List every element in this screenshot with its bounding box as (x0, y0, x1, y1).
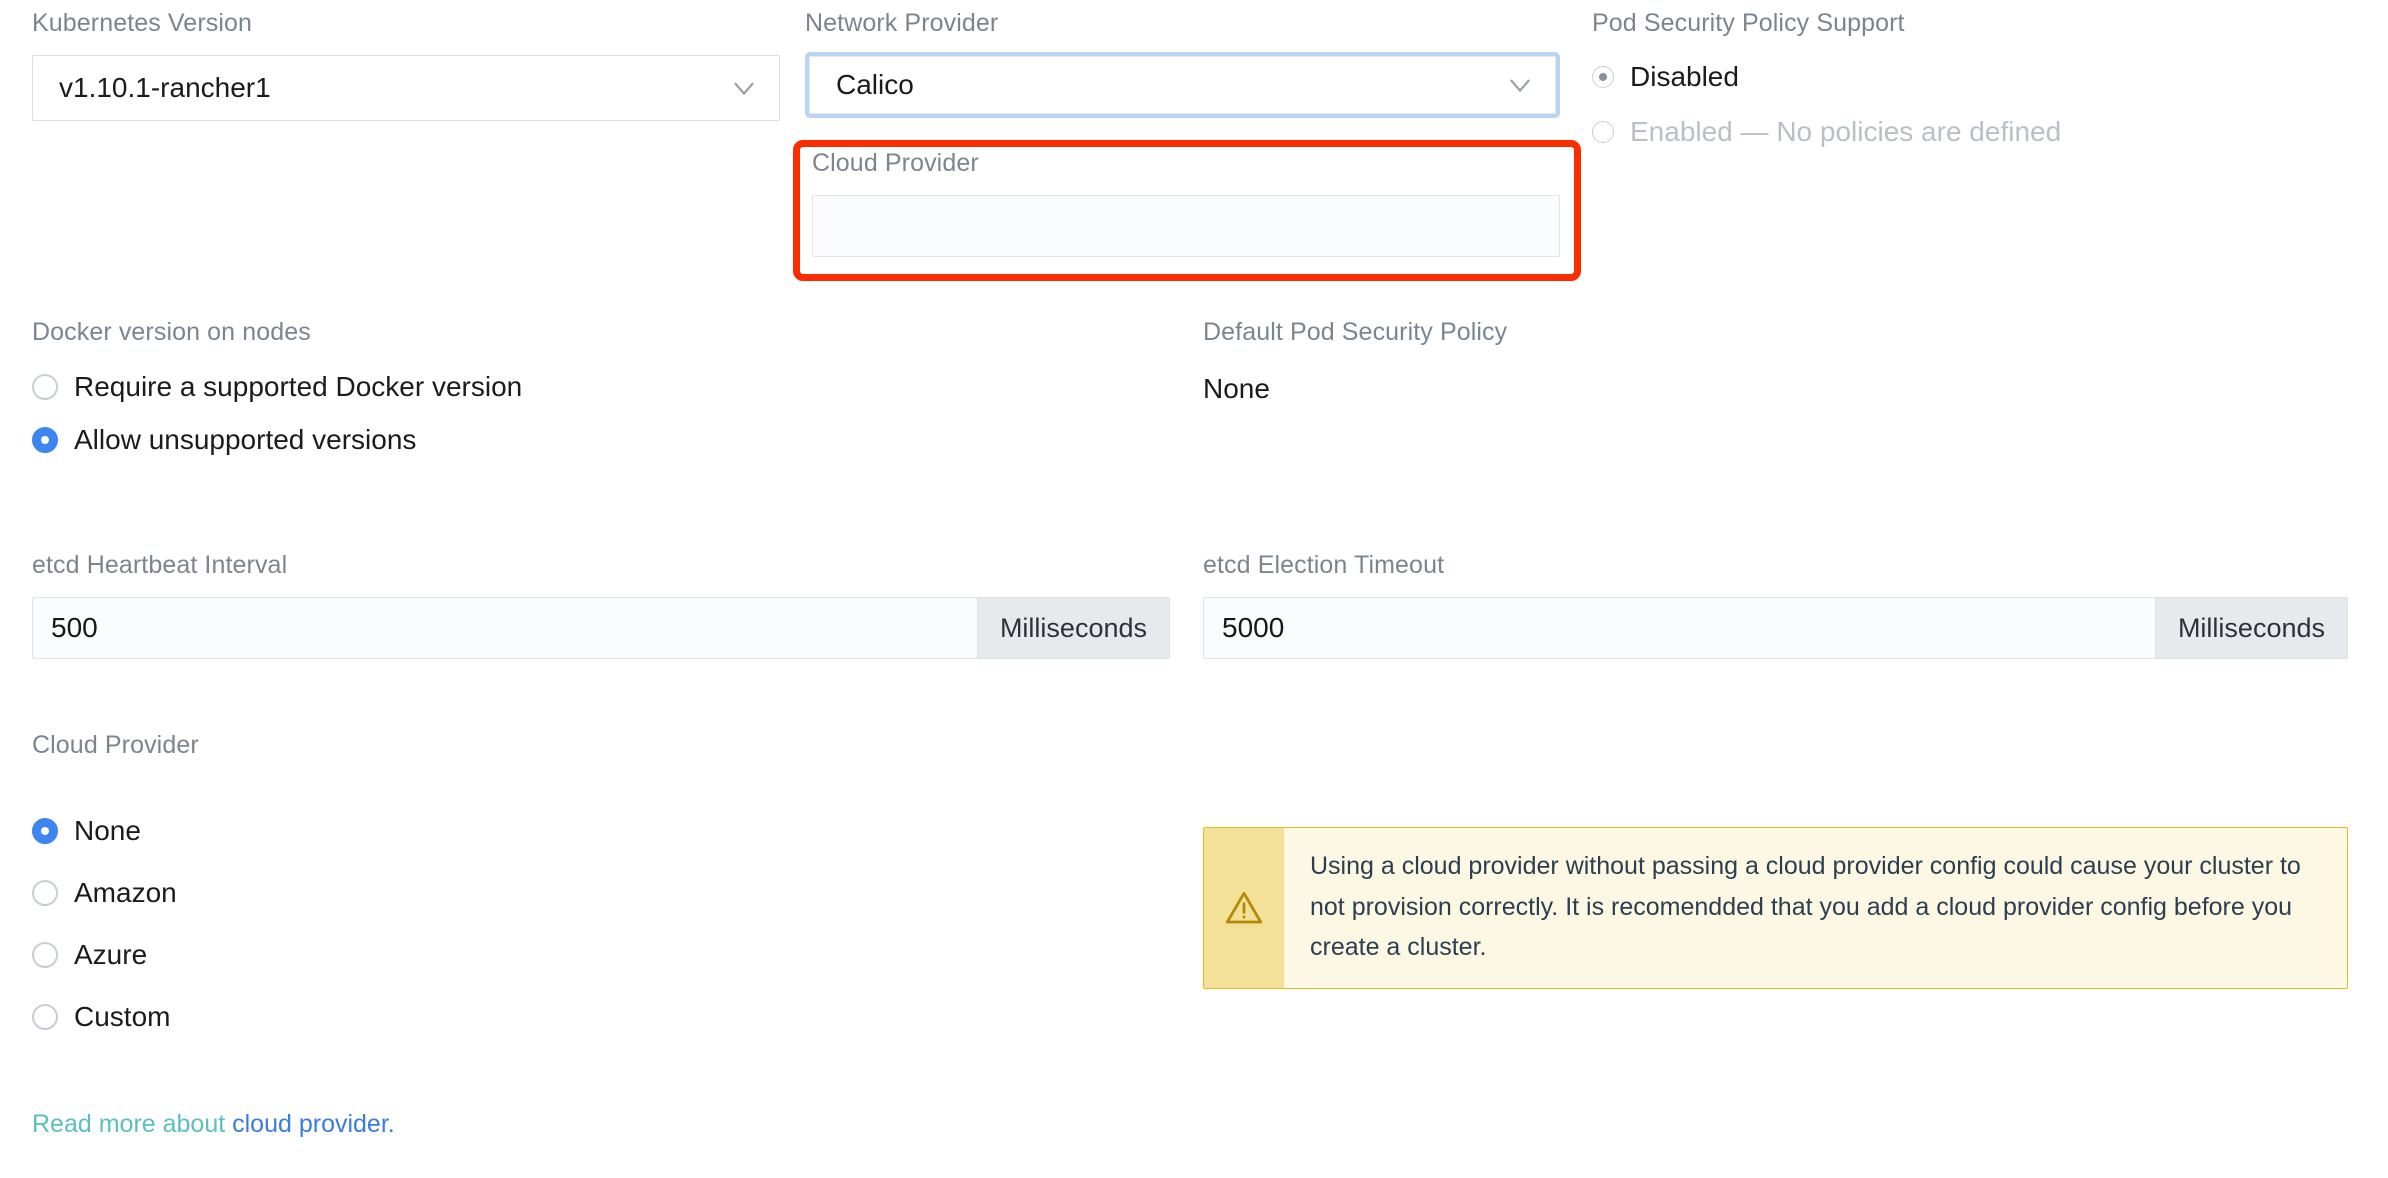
cloud-provider-select-label: Cloud Provider (812, 149, 979, 177)
cloud-provider-radios-label: Cloud Provider (32, 731, 199, 759)
radio-indicator (32, 374, 58, 401)
kubernetes-version-label: Kubernetes Version (32, 9, 253, 37)
warning-triangle-icon (1204, 828, 1284, 988)
radio-label: Require a supported Docker version (74, 371, 523, 402)
etcd-heartbeat-interval-input-group: Milliseconds (32, 597, 1170, 659)
radio-indicator (1592, 66, 1614, 89)
network-provider-value: Calico (836, 69, 914, 100)
cloud-provider-option-none[interactable]: None (32, 815, 792, 847)
default-pod-security-policy-field: Default Pod Security Policy None (1203, 317, 1963, 405)
chevron-down-icon (727, 71, 761, 105)
rancher-cluster-options-form: Kubernetes Version v1.10.1-rancher1 Netw… (0, 0, 2388, 1178)
etcd-election-timeout-unit: Milliseconds (2154, 597, 2348, 659)
network-provider-field: Network Provider Calico (805, 8, 1560, 118)
radio-label: Enabled — No policies are defined (1630, 115, 2062, 147)
etcd-election-timeout-label: etcd Election Timeout (1203, 551, 1445, 579)
pod-security-policy-support-label: Pod Security Policy Support (1592, 9, 1905, 37)
cloud-provider-radio-group: Cloud Provider (32, 730, 792, 760)
radio-indicator (32, 942, 58, 969)
chevron-down-icon (1503, 68, 1537, 102)
kubernetes-version-select[interactable]: v1.10.1-rancher1 (32, 55, 780, 121)
default-pod-security-policy-label: Default Pod Security Policy (1203, 318, 1508, 346)
network-provider-label: Network Provider (805, 9, 999, 37)
kubernetes-version-value: v1.10.1-rancher1 (59, 72, 271, 103)
kubernetes-version-field: Kubernetes Version v1.10.1-rancher1 (32, 8, 780, 121)
cloud-provider-option-azure[interactable]: Azure (32, 939, 792, 971)
cloud-provider-select-field: Cloud Provider (812, 148, 1560, 257)
cloud-provider-select[interactable] (812, 195, 1560, 257)
network-provider-select[interactable]: Calico (805, 52, 1560, 118)
radio-pod-security-disabled[interactable]: Disabled (1592, 61, 2352, 93)
radio-label: None (74, 815, 141, 846)
warning-text: Using a cloud provider without passing a… (1310, 852, 2301, 961)
etcd-heartbeat-interval-label: etcd Heartbeat Interval (32, 551, 288, 579)
cloud-provider-option-amazon[interactable]: Amazon (32, 877, 792, 909)
etcd-election-timeout-input-group: Milliseconds (1203, 597, 2348, 659)
radio-indicator (32, 818, 58, 845)
radio-label: Disabled (1630, 61, 1739, 92)
radio-indicator (32, 427, 58, 454)
default-pod-security-policy-value: None (1203, 373, 1270, 404)
etcd-heartbeat-interval-field: etcd Heartbeat Interval Milliseconds (32, 550, 1170, 659)
docker-version-label: Docker version on nodes (32, 318, 311, 346)
radio-indicator (32, 1004, 58, 1031)
radio-indicator (1592, 121, 1614, 144)
etcd-heartbeat-interval-unit: Milliseconds (976, 597, 1170, 659)
docker-version-field: Docker version on nodes Require a suppor… (32, 317, 792, 456)
radio-require-supported-docker-version[interactable]: Require a supported Docker version (32, 371, 792, 403)
cloud-provider-doc-link[interactable]: cloud provider. (232, 1110, 395, 1138)
radio-allow-unsupported-versions[interactable]: Allow unsupported versions (32, 423, 792, 456)
cloud-provider-option-custom[interactable]: Custom (32, 1001, 792, 1033)
cloud-provider-warning-banner: Using a cloud provider without passing a… (1203, 827, 2348, 989)
etcd-election-timeout-field: etcd Election Timeout Milliseconds (1203, 550, 2348, 659)
etcd-election-timeout-input[interactable] (1203, 597, 2155, 659)
radio-pod-security-enabled: Enabled — No policies are defined (1592, 115, 2352, 148)
radio-label: Azure (74, 939, 148, 970)
radio-label: Custom (74, 1001, 171, 1032)
radio-label: Allow unsupported versions (74, 423, 417, 455)
pod-security-policy-support-field: Pod Security Policy Support Disabled Ena… (1592, 8, 2352, 148)
read-more-cloud-provider: Read more about cloud provider. (32, 1110, 395, 1139)
etcd-heartbeat-interval-input[interactable] (32, 597, 977, 659)
radio-indicator (32, 880, 58, 907)
radio-label: Amazon (74, 877, 177, 908)
read-more-lead: Read more about (32, 1110, 233, 1138)
